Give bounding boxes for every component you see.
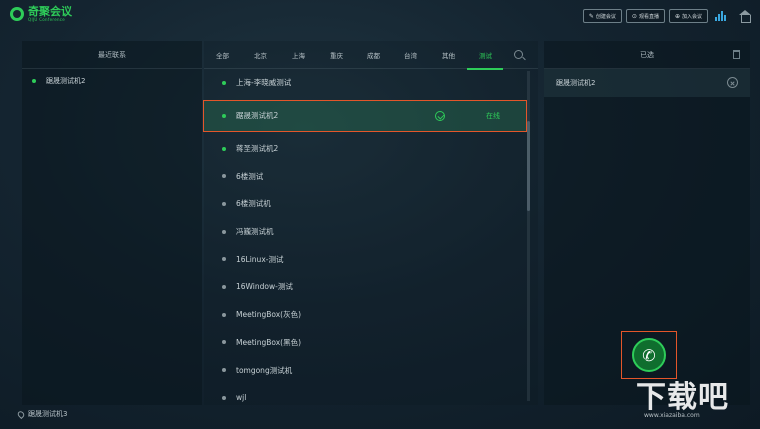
contact-item[interactable]: MeetingBox(黑色) xyxy=(204,329,526,357)
tab-taiwan[interactable]: 台湾 xyxy=(404,50,417,60)
offline-dot-icon xyxy=(222,229,226,234)
recent-contact-item[interactable]: 踞晟测试机2 xyxy=(22,69,202,93)
tab-all[interactable]: 全部 xyxy=(216,50,229,60)
online-dot-icon xyxy=(222,113,226,118)
tab-chongqing[interactable]: 重庆 xyxy=(330,50,343,60)
scrollbar-thumb[interactable] xyxy=(527,121,530,211)
group-tabs: 全部 北京 上海 重庆 成都 台湾 其他 测试 xyxy=(204,41,538,70)
contact-item[interactable]: 冯巍测试机 xyxy=(204,218,526,246)
live-button[interactable]: ⊙ 观看直播 xyxy=(625,9,665,23)
create-meeting-button[interactable]: ✎ 创建会议 xyxy=(582,9,622,23)
selected-item: 踞晟测试机2 xyxy=(544,69,750,97)
contact-item[interactable]: 6楼测试机 xyxy=(204,190,526,218)
offline-dot-icon xyxy=(222,395,226,400)
top-actions: ✎ 创建会议 ⊙ 观看直播 ⊕ 加入会议 xyxy=(582,9,752,23)
location-icon xyxy=(16,409,26,419)
watermark: 下载吧 www.xiazaiba.com xyxy=(636,372,729,419)
search-icon[interactable] xyxy=(514,50,523,59)
join-icon: ⊕ xyxy=(674,12,680,20)
offline-dot-icon xyxy=(222,257,226,262)
tab-other[interactable]: 其他 xyxy=(442,50,455,60)
signal-icon[interactable] xyxy=(715,11,726,21)
tab-shanghai[interactable]: 上海 xyxy=(292,50,305,60)
top-bar: 奇聚会议 QIJU Conference ✎ 创建会议 ⊙ 观看直播 ⊕ 加入会… xyxy=(0,0,760,33)
tab-beijing[interactable]: 北京 xyxy=(254,50,267,60)
contact-item[interactable]: wjl xyxy=(204,384,526,412)
offline-dot-icon xyxy=(222,174,226,179)
online-dot-icon xyxy=(222,146,226,151)
home-icon[interactable] xyxy=(738,9,752,23)
contact-item[interactable]: 上海-李晓威测试 xyxy=(204,69,526,97)
check-icon xyxy=(435,110,445,121)
phone-icon: ✆ xyxy=(642,345,656,365)
offline-dot-icon xyxy=(222,368,226,373)
tab-test[interactable]: 测试 xyxy=(479,50,492,60)
contact-item[interactable]: tomgong测试机 xyxy=(204,356,526,384)
watermark-url: www.xiazaiba.com xyxy=(644,412,700,419)
recent-contacts-title: 最近联系 xyxy=(22,41,202,69)
app-logo: 奇聚会议 QIJU Conference xyxy=(10,6,72,22)
recent-contacts-panel: 最近联系 踞晟测试机2 xyxy=(22,41,202,405)
offline-dot-icon xyxy=(222,284,226,289)
pencil-icon: ✎ xyxy=(588,12,594,20)
contact-item[interactable]: 16Linux-测试 xyxy=(204,245,526,273)
contact-item[interactable]: 16Window-测试 xyxy=(204,273,526,301)
contact-item-selected[interactable]: 踞晟测试机2 在线 xyxy=(203,99,527,132)
watermark-text: 下载吧 xyxy=(636,380,729,415)
trash-icon[interactable] xyxy=(733,50,740,59)
offline-dot-icon xyxy=(222,340,226,345)
join-meeting-button[interactable]: ⊕ 加入会议 xyxy=(668,9,708,23)
contact-item[interactable]: 蒋圣测试机2 xyxy=(204,135,526,163)
online-dot-icon xyxy=(222,80,226,85)
online-dot-icon xyxy=(32,79,36,83)
play-icon: ⊙ xyxy=(631,12,637,20)
app-name: 奇聚会议 xyxy=(28,5,72,18)
online-status: 在线 xyxy=(486,111,500,120)
remove-icon[interactable] xyxy=(727,77,738,88)
current-user: 踞晟测试机3 xyxy=(28,410,68,418)
offline-dot-icon xyxy=(222,201,226,206)
contact-item[interactable]: 6楼测试 xyxy=(204,162,526,190)
app-subtitle: QIJU Conference xyxy=(28,17,66,22)
status-bar: 踞晟测试机3 xyxy=(16,409,68,419)
selected-title: 已选 xyxy=(640,50,654,59)
contact-item[interactable]: MeetingBox(灰色) xyxy=(204,301,526,329)
scrollbar[interactable] xyxy=(527,71,530,401)
offline-dot-icon xyxy=(222,312,226,317)
logo-icon xyxy=(10,7,24,21)
contact-list: 上海-李晓威测试 踞晟测试机2 在线 蒋圣测试机2 6楼测试 6楼测试机 冯巍测… xyxy=(203,69,527,412)
call-button[interactable]: ✆ xyxy=(632,338,666,372)
tab-chengdu[interactable]: 成都 xyxy=(367,50,380,60)
contacts-panel: 全部 北京 上海 重庆 成都 台湾 其他 测试 上海-李晓威测试 踞晟测试机2 … xyxy=(203,41,538,405)
